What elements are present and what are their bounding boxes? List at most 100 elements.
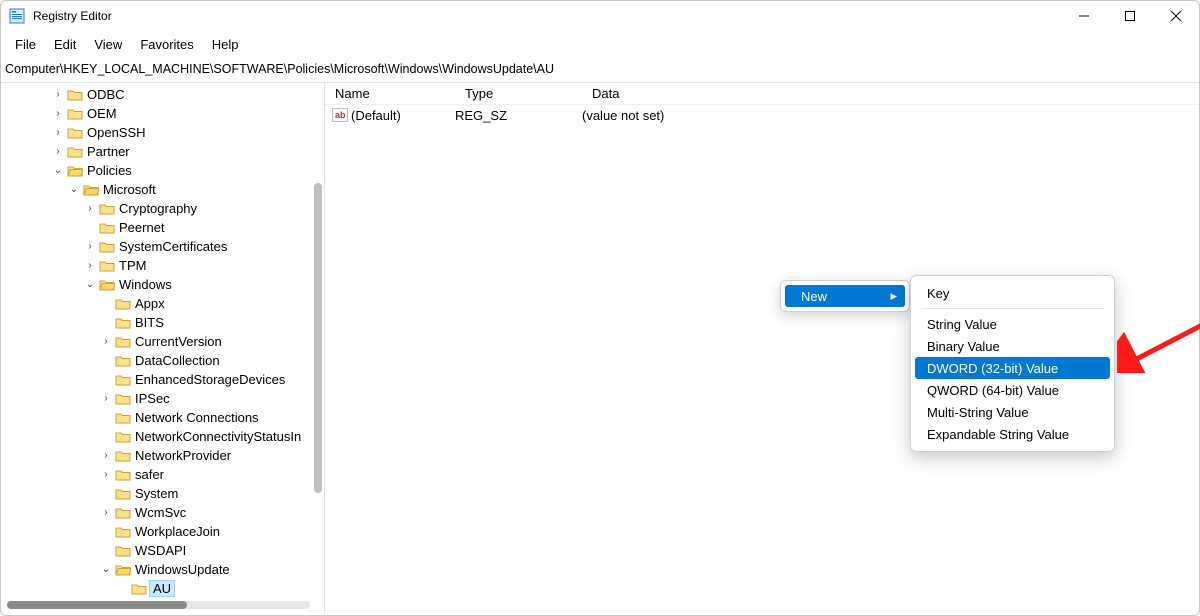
tree-item[interactable]: ·Appx bbox=[5, 294, 324, 313]
context-menu-item[interactable]: Key bbox=[915, 282, 1110, 304]
tree-item[interactable]: ·WSDAPI bbox=[5, 541, 324, 560]
tree-item[interactable]: ⌄ WindowsUpdate bbox=[5, 560, 324, 579]
context-menu-item[interactable]: String Value bbox=[915, 313, 1110, 335]
tree-item-label: Windows bbox=[119, 277, 172, 292]
tree-item-label: NetworkProvider bbox=[135, 448, 231, 463]
tree-horizontal-scrollbar[interactable] bbox=[7, 601, 310, 609]
list-row[interactable]: ab (Default) REG_SZ (value not set) bbox=[325, 105, 1199, 125]
tree-item[interactable]: ·EnhancedStorageDevices bbox=[5, 370, 324, 389]
tree-item[interactable]: › OpenSSH bbox=[5, 123, 324, 142]
chevron-right-icon[interactable]: › bbox=[101, 450, 111, 461]
col-data[interactable]: Data bbox=[582, 86, 1199, 101]
chevron-right-icon[interactable]: › bbox=[101, 507, 111, 518]
tree-item-label: WcmSvc bbox=[135, 505, 186, 520]
tree-item-label: WindowsUpdate bbox=[135, 562, 230, 577]
chevron-right-icon[interactable]: › bbox=[53, 127, 63, 138]
folder-icon bbox=[115, 373, 131, 387]
folder-icon bbox=[115, 335, 131, 349]
tree-item[interactable]: › Partner bbox=[5, 142, 324, 161]
menu-help[interactable]: Help bbox=[204, 35, 247, 54]
context-menu-item[interactable]: DWORD (32-bit) Value bbox=[915, 357, 1110, 379]
chevron-right-icon[interactable]: › bbox=[85, 260, 95, 271]
menu-file[interactable]: File bbox=[7, 35, 44, 54]
folder-icon bbox=[115, 525, 131, 539]
tree-item-label: SystemCertificates bbox=[119, 239, 227, 254]
minimize-button[interactable] bbox=[1061, 1, 1107, 31]
context-menu-new[interactable]: New ▸ bbox=[785, 285, 905, 307]
context-menu-item[interactable]: Multi-String Value bbox=[915, 401, 1110, 423]
tree-item[interactable]: › IPSec bbox=[5, 389, 324, 408]
tree-item[interactable]: › CurrentVersion bbox=[5, 332, 324, 351]
context-menu-item[interactable]: Binary Value bbox=[915, 335, 1110, 357]
maximize-button[interactable] bbox=[1107, 1, 1153, 31]
tree-item[interactable]: ›safer bbox=[5, 465, 324, 484]
menu-favorites[interactable]: Favorites bbox=[132, 35, 201, 54]
tree-item-label: DataCollection bbox=[135, 353, 220, 368]
address-bar[interactable]: Computer\HKEY_LOCAL_MACHINE\SOFTWARE\Pol… bbox=[1, 60, 1199, 83]
menu-view[interactable]: View bbox=[86, 35, 130, 54]
menu-edit[interactable]: Edit bbox=[46, 35, 84, 54]
chevron-right-icon[interactable]: › bbox=[101, 393, 111, 404]
chevron-right-icon[interactable]: › bbox=[85, 203, 95, 214]
list-pane: Name Type Data ab (Default) REG_SZ (valu… bbox=[325, 83, 1199, 613]
chevron-right-icon[interactable]: › bbox=[53, 89, 63, 100]
chevron-down-icon[interactable]: ⌄ bbox=[69, 184, 79, 195]
string-value-icon: ab bbox=[331, 108, 349, 122]
context-menu-label: New bbox=[801, 289, 827, 304]
tree-vertical-scrollbar[interactable] bbox=[314, 183, 322, 493]
tree-item[interactable]: ·System bbox=[5, 484, 324, 503]
tree-item[interactable]: › NetworkProvider bbox=[5, 446, 324, 465]
folder-icon bbox=[83, 183, 99, 197]
scroll-thumb[interactable] bbox=[7, 601, 187, 609]
chevron-down-icon[interactable]: ⌄ bbox=[101, 564, 111, 575]
tree-item[interactable]: ⌄ Policies bbox=[5, 161, 324, 180]
window-title: Registry Editor bbox=[33, 9, 112, 23]
app-icon bbox=[9, 8, 25, 24]
tree-item-label: WSDAPI bbox=[135, 543, 186, 558]
folder-icon bbox=[99, 259, 115, 273]
folder-icon bbox=[115, 316, 131, 330]
tree-item[interactable]: ·Network Connections bbox=[5, 408, 324, 427]
tree-item[interactable]: ·WorkplaceJoin bbox=[5, 522, 324, 541]
tree-item[interactable]: ›ODBC bbox=[5, 85, 324, 104]
tree-item[interactable]: › WcmSvc bbox=[5, 503, 324, 522]
tree-item[interactable]: ⌄ Windows bbox=[5, 275, 324, 294]
tree-item[interactable]: ›TPM bbox=[5, 256, 324, 275]
col-name[interactable]: Name bbox=[325, 86, 455, 101]
tree-item[interactable]: › SystemCertificates bbox=[5, 237, 324, 256]
chevron-right-icon[interactable]: › bbox=[53, 146, 63, 157]
folder-icon bbox=[115, 449, 131, 463]
folder-icon bbox=[67, 164, 83, 178]
context-menu-item[interactable]: QWORD (64-bit) Value bbox=[915, 379, 1110, 401]
tree-item[interactable]: ·AU bbox=[5, 579, 324, 597]
folder-icon bbox=[115, 506, 131, 520]
tree-item[interactable]: ·DataCollection bbox=[5, 351, 324, 370]
tree-item[interactable]: ⌄Microsoft bbox=[5, 180, 324, 199]
tree-item[interactable]: ·BITS bbox=[5, 313, 324, 332]
context-menu-item[interactable]: Expandable String Value bbox=[915, 423, 1110, 445]
folder-icon bbox=[67, 126, 83, 140]
tree-item-label: Policies bbox=[87, 163, 132, 178]
tree-item[interactable]: ›OEM bbox=[5, 104, 324, 123]
tree-item-label: IPSec bbox=[135, 391, 170, 406]
chevron-right-icon[interactable]: › bbox=[101, 469, 111, 480]
tree-item-label: AU bbox=[149, 580, 175, 597]
folder-icon bbox=[115, 354, 131, 368]
tree-item-label: Partner bbox=[87, 144, 130, 159]
col-type[interactable]: Type bbox=[455, 86, 582, 101]
value-data: (value not set) bbox=[582, 108, 1199, 123]
tree-item-label: System bbox=[135, 486, 178, 501]
folder-icon bbox=[115, 563, 131, 577]
registry-tree[interactable]: ›ODBC›OEM›OpenSSH›Partner⌄Policies⌄Micro… bbox=[1, 83, 324, 597]
chevron-right-icon[interactable]: › bbox=[53, 108, 63, 119]
close-button[interactable] bbox=[1153, 1, 1199, 31]
chevron-down-icon[interactable]: ⌄ bbox=[85, 279, 95, 290]
chevron-right-icon[interactable]: › bbox=[101, 336, 111, 347]
chevron-right-icon[interactable]: › bbox=[85, 241, 95, 252]
tree-item[interactable]: ›Cryptography bbox=[5, 199, 324, 218]
tree-item-label: CurrentVersion bbox=[135, 334, 222, 349]
tree-item[interactable]: ·NetworkConnectivityStatusIn bbox=[5, 427, 324, 446]
chevron-down-icon[interactable]: ⌄ bbox=[53, 165, 63, 176]
tree-item[interactable]: ·Peernet bbox=[5, 218, 324, 237]
tree-item-label: OpenSSH bbox=[87, 125, 146, 140]
